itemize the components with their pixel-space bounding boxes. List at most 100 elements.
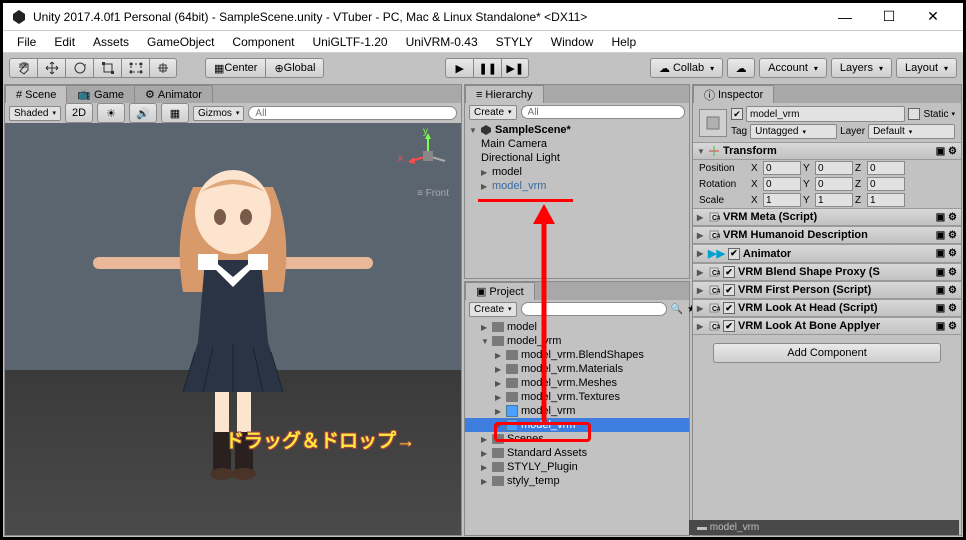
add-component-button[interactable]: Add Component — [713, 343, 941, 363]
scene-root[interactable]: ▼ SampleScene* — [465, 123, 689, 137]
project-item[interactable]: ▶ Scenes — [465, 432, 689, 446]
menu-unigltf[interactable]: UniGLTF-1.20 — [304, 33, 395, 51]
tab-scene[interactable]: # Scene — [5, 85, 67, 103]
cloud-button[interactable]: ☁ — [727, 58, 755, 78]
transform-component[interactable]: ▼ Transform▣ ⚙ — [693, 142, 961, 160]
tab-hierarchy[interactable]: ≡ Hierarchy — [465, 85, 544, 103]
component-header[interactable]: ▶C# ✔ VRM Blend Shape Proxy (S▣ ⚙ — [693, 263, 961, 281]
menu-help[interactable]: Help — [603, 33, 644, 51]
project-item[interactable]: ▶ model — [465, 320, 689, 334]
search-filter-icon[interactable]: 🔍 — [671, 304, 683, 315]
tab-game[interactable]: 📺 Game — [66, 85, 135, 103]
scale-tool[interactable] — [93, 58, 121, 78]
axis-y-label: y — [423, 126, 428, 137]
hierarchy-item-camera[interactable]: Main Camera — [465, 137, 689, 151]
menu-univrm[interactable]: UniVRM-0.43 — [398, 33, 486, 51]
project-item[interactable]: ▶ styly_temp — [465, 474, 689, 488]
menu-component[interactable]: Component — [224, 33, 302, 51]
play-button[interactable]: ▶ — [445, 58, 473, 78]
project-item[interactable]: ▶ model_vrm — [465, 418, 689, 432]
hierarchy-item-model-vrm[interactable]: ▶model_vrm — [465, 179, 689, 193]
hierarchy-item-light[interactable]: Directional Light — [465, 151, 689, 165]
hierarchy-list[interactable]: ▼ SampleScene* Main Camera Directional L… — [465, 121, 689, 278]
toggle-fx[interactable]: ▦ — [161, 103, 189, 123]
window-title: Unity 2017.4.0f1 Personal (64bit) - Samp… — [33, 10, 823, 24]
component-header[interactable]: ▶C# ✔ VRM Look At Bone Applyer▣ ⚙ — [693, 317, 961, 335]
menu-window[interactable]: Window — [543, 33, 602, 51]
component-header[interactable]: ▶C# ✔ VRM Look At Head (Script)▣ ⚙ — [693, 299, 961, 317]
layout-dropdown[interactable]: Layout — [896, 58, 957, 78]
pivot-rotation[interactable]: ⊕ Global — [265, 58, 324, 78]
toggle-2d[interactable]: 2D — [65, 103, 93, 123]
component-header[interactable]: ▶C# ✔ VRM First Person (Script)▣ ⚙ — [693, 281, 961, 299]
draw-mode[interactable]: Shaded — [9, 106, 61, 121]
hierarchy-create[interactable]: Create — [469, 105, 517, 120]
hierarchy-item-model[interactable]: ▶model — [465, 165, 689, 179]
gear-icon[interactable]: ▣ ⚙ — [936, 146, 957, 157]
project-create[interactable]: Create — [469, 302, 517, 317]
collab-dropdown[interactable]: ☁ Collab — [650, 58, 723, 78]
layer-dropdown[interactable]: Default — [868, 124, 955, 139]
svg-text:C#: C# — [712, 215, 720, 222]
unity-logo — [11, 9, 27, 25]
tag-dropdown[interactable]: Untagged — [750, 124, 837, 139]
project-item[interactable]: ▶ model_vrm.BlendShapes — [465, 348, 689, 362]
gameobject-active-checkbox[interactable]: ✔ — [731, 108, 743, 120]
menu-file[interactable]: File — [9, 33, 44, 51]
scene-search[interactable] — [248, 106, 457, 120]
inspector-panel: ⓘ Inspector ✔ Static▾ Tag Untagged Layer — [692, 84, 962, 536]
project-panel: ▣ Project Create 🔍 ★ ▶ model▼ model_vrm▶… — [464, 281, 690, 536]
hand-tool[interactable] — [9, 58, 37, 78]
component-header[interactable]: ▶C# VRM Humanoid Description▣ ⚙ — [693, 226, 961, 244]
maximize-button[interactable]: ☐ — [867, 3, 911, 31]
main-toolbar: ▦ Center ⊕ Global ▶ ❚❚ ▶❚ ☁ Collab ☁ Acc… — [3, 53, 963, 83]
component-header[interactable]: ▶▶▶ ✔ Animator▣ ⚙ — [693, 244, 961, 263]
titlebar: Unity 2017.4.0f1 Personal (64bit) - Samp… — [3, 3, 963, 31]
project-search[interactable] — [521, 302, 667, 316]
tab-inspector[interactable]: ⓘ Inspector — [693, 85, 774, 103]
gameobject-icon[interactable] — [699, 109, 727, 137]
project-item[interactable]: ▶ STYLY_Plugin — [465, 460, 689, 474]
component-header[interactable]: ▶C# VRM Meta (Script)▣ ⚙ — [693, 208, 961, 226]
project-item[interactable]: ▶ model_vrm.Materials — [465, 362, 689, 376]
close-button[interactable]: ✕ — [911, 3, 955, 31]
svg-text:C#: C# — [712, 288, 720, 295]
tab-project[interactable]: ▣ Project — [465, 282, 535, 300]
pause-button[interactable]: ❚❚ — [473, 58, 501, 78]
move-tool[interactable] — [37, 58, 65, 78]
menu-assets[interactable]: Assets — [85, 33, 137, 51]
scene-view[interactable]: y x ≡ Front — [5, 123, 461, 535]
toggle-light[interactable]: ☀ — [97, 103, 125, 123]
step-button[interactable]: ▶❚ — [501, 58, 529, 78]
minimize-button[interactable]: — — [823, 3, 867, 31]
project-item[interactable]: ▶ model_vrm.Meshes — [465, 376, 689, 390]
scene-panel: # Scene 📺 Game ⚙ Animator Shaded 2D ☀ 🔊 … — [4, 84, 462, 536]
account-dropdown[interactable]: Account — [759, 58, 827, 78]
rect-tool[interactable] — [121, 58, 149, 78]
gizmos-dropdown[interactable]: Gizmos — [193, 106, 244, 121]
rotate-tool[interactable] — [65, 58, 93, 78]
transform-tool[interactable] — [149, 58, 177, 78]
menu-edit[interactable]: Edit — [46, 33, 83, 51]
project-item[interactable]: ▶ Standard Assets — [465, 446, 689, 460]
menu-styly[interactable]: STYLY — [488, 33, 541, 51]
svg-text:C#: C# — [712, 306, 720, 313]
hierarchy-search[interactable] — [521, 105, 685, 119]
project-item[interactable]: ▼ model_vrm — [465, 334, 689, 348]
project-item[interactable]: ▶ model_vrm — [465, 404, 689, 418]
svg-text:C#: C# — [712, 324, 720, 331]
axis-x-label: x — [398, 153, 403, 164]
hierarchy-panel: ≡ Hierarchy Create ▼ SampleScene* Main C… — [464, 84, 690, 279]
menubar: File Edit Assets GameObject Component Un… — [3, 31, 963, 53]
layers-dropdown[interactable]: Layers — [831, 58, 892, 78]
menu-gameobject[interactable]: GameObject — [139, 33, 222, 51]
pivot-mode[interactable]: ▦ Center — [205, 58, 265, 78]
asset-preview-bar[interactable]: ▬ model_vrm — [689, 520, 959, 535]
static-checkbox[interactable] — [908, 108, 920, 120]
orientation-gizmo[interactable]: y x — [403, 131, 453, 184]
project-item[interactable]: ▶ model_vrm.Textures — [465, 390, 689, 404]
gameobject-name-field[interactable] — [746, 106, 905, 122]
toggle-audio[interactable]: 🔊 — [129, 103, 157, 123]
tab-animator[interactable]: ⚙ Animator — [134, 85, 213, 103]
project-list[interactable]: ▶ model▼ model_vrm▶ model_vrm.BlendShape… — [465, 318, 689, 535]
